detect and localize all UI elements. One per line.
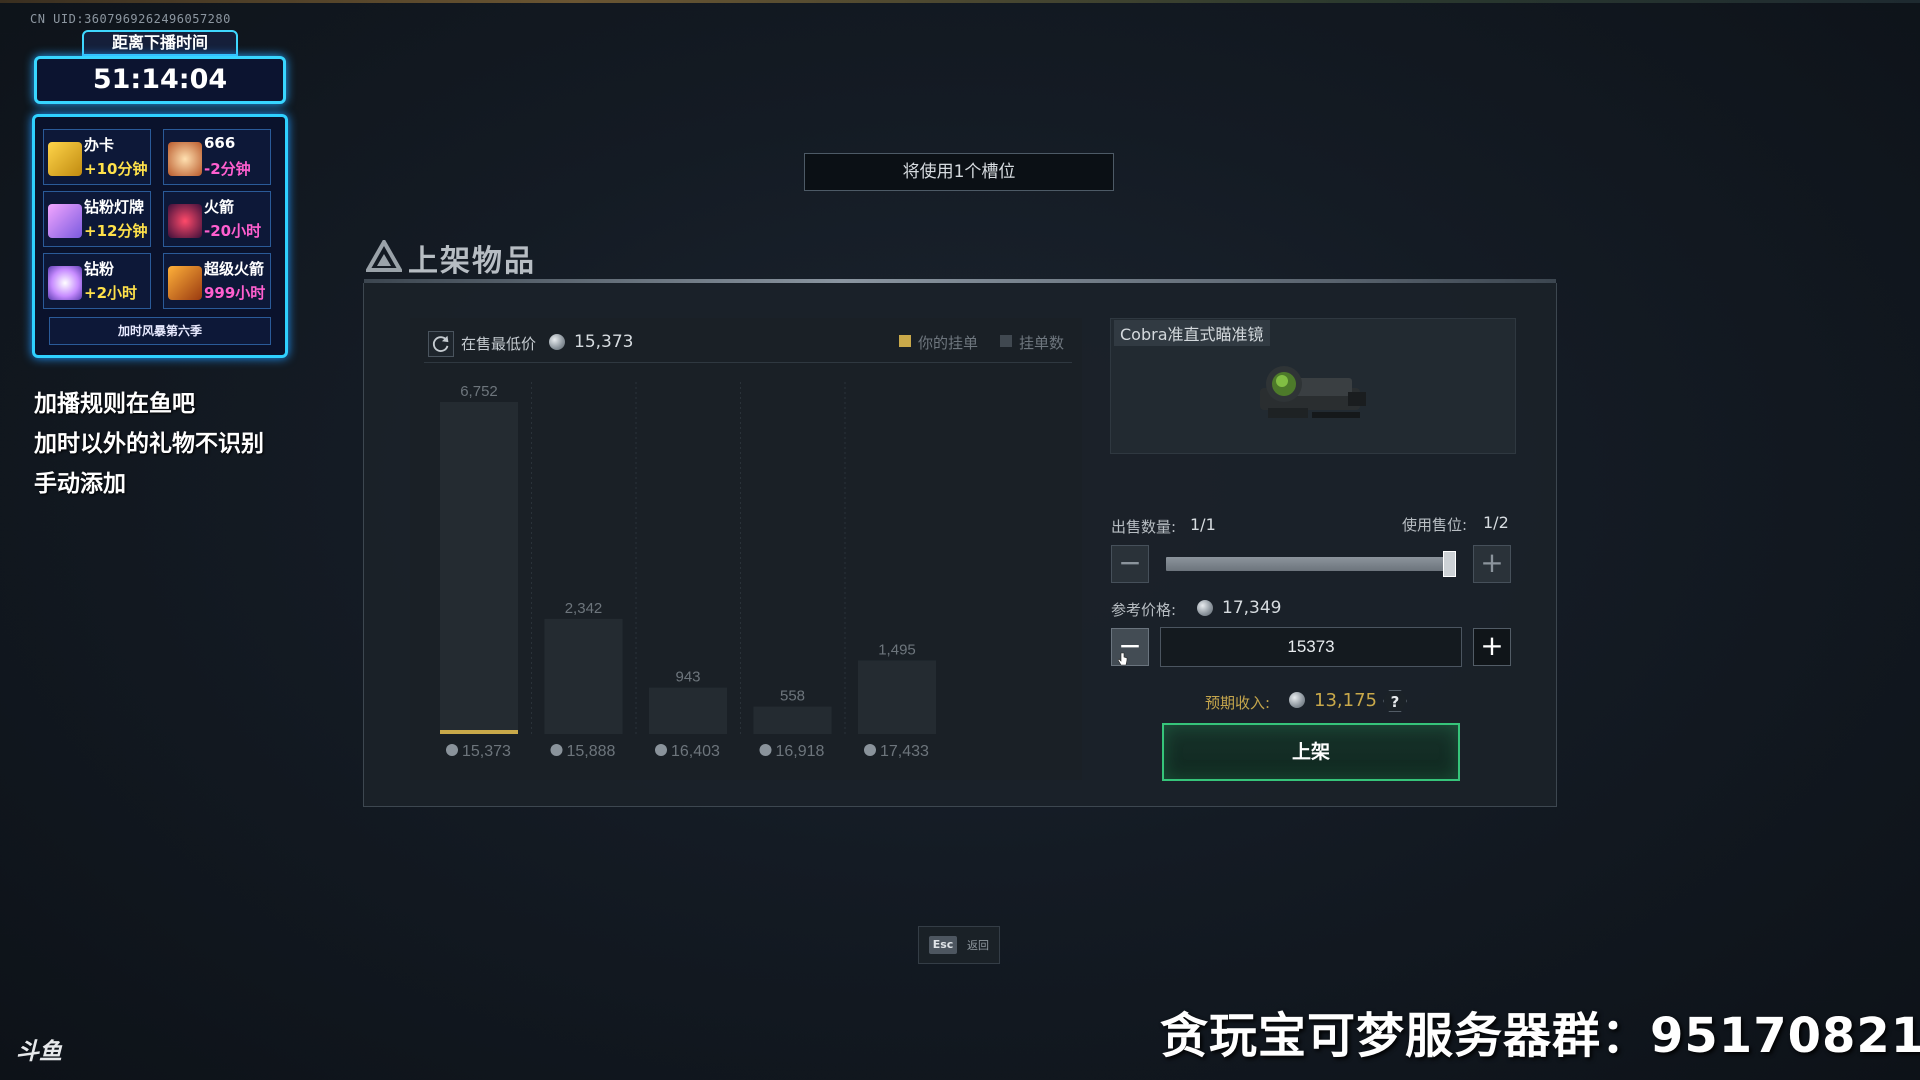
- card-gift-icon: [48, 142, 82, 176]
- chart-bar: [544, 618, 623, 734]
- gift-item: 钻粉灯牌 +12分钟: [43, 191, 151, 247]
- price-increase-button[interactable]: +: [1473, 628, 1511, 666]
- coin-icon: [550, 744, 563, 756]
- back-label: 返回: [967, 939, 989, 952]
- gift-name: 火箭: [204, 198, 235, 216]
- slot-notice: 将使用1个槽位: [804, 153, 1114, 191]
- gift-time: -2分钟: [204, 160, 251, 178]
- lowest-price-value: 15,373: [574, 332, 634, 352]
- quantity-decrease-button[interactable]: −: [1111, 545, 1149, 583]
- gift-item: 超级火箭 999小时: [163, 253, 271, 309]
- item-name: Cobra准直式瞄准镜: [1114, 320, 1270, 346]
- gift-time: 999小时: [204, 284, 266, 302]
- refresh-icon[interactable]: [428, 331, 454, 357]
- reference-price-label: 参考价格:: [1111, 601, 1177, 619]
- gift-time: +2小时: [84, 284, 138, 302]
- reference-price-value: 17,349: [1222, 598, 1282, 618]
- chart-bar: [858, 660, 936, 734]
- countdown-timer: 51:14:04: [34, 56, 286, 104]
- rocket-gift-icon: [168, 204, 202, 238]
- 666-gift-icon: [168, 142, 202, 176]
- bar-value-label: 6,752: [460, 383, 498, 400]
- slot-usage-label: 使用售位:: [1402, 516, 1468, 534]
- rules-line: 加播规则在鱼吧: [34, 391, 195, 417]
- gift-time: -20小时: [204, 222, 262, 240]
- chart-bar: [753, 706, 832, 734]
- coin-icon: [1289, 692, 1305, 708]
- quantity-slider-thumb[interactable]: [1443, 551, 1456, 577]
- dialog-title: 上架物品: [408, 244, 536, 279]
- light-badge-gift-icon: [48, 204, 82, 238]
- chart-bar: [649, 687, 727, 734]
- bar-value-label: 2,342: [565, 600, 603, 617]
- x-tick-label: 16,403: [671, 743, 720, 760]
- x-tick-label: 15,373: [462, 743, 511, 760]
- coin-icon: [759, 744, 772, 756]
- coin-icon: [864, 744, 876, 756]
- coin-icon: [1197, 600, 1213, 616]
- x-tick-label: 17,433: [880, 743, 929, 760]
- chart-bar: [440, 402, 518, 734]
- gift-item: 火箭 -20小时: [163, 191, 271, 247]
- quantity-label: 出售数量:: [1111, 518, 1177, 536]
- gift-footer: 加时风暴第六季: [49, 317, 271, 345]
- rules-text: 加播规则在鱼吧 加时以外的礼物不识别 手动添加: [34, 384, 264, 504]
- quantity-increase-button[interactable]: +: [1473, 545, 1511, 583]
- lowest-price-label: 在售最低价: [461, 335, 537, 353]
- coin-icon: [446, 744, 458, 756]
- legend-listing-count-swatch: [1000, 335, 1012, 347]
- chart-divider: [424, 362, 1072, 363]
- uid-text: CN UID:3607969262496057280: [30, 12, 231, 26]
- x-tick-label: 16,918: [776, 743, 825, 760]
- rules-line: 加时以外的礼物不识别: [34, 431, 264, 457]
- top-stripe: [0, 0, 1920, 3]
- mouse-cursor-icon: [1118, 652, 1128, 666]
- bar-value-label: 943: [675, 669, 700, 686]
- gift-time: +12分钟: [84, 222, 148, 240]
- super-rocket-gift-icon: [168, 266, 202, 300]
- coin-icon: [655, 744, 667, 756]
- legend-my-listing-swatch: [899, 335, 911, 347]
- quantity-value: 1/1: [1190, 515, 1216, 534]
- list-item-button[interactable]: 上架: [1162, 723, 1460, 781]
- countdown-label: 距离下播时间: [82, 30, 238, 56]
- gift-name: 钻粉灯牌: [84, 198, 145, 216]
- cobra-scope-image: [1260, 366, 1366, 418]
- legend-my-listing: 你的挂单: [918, 334, 979, 352]
- gift-name: 666: [204, 134, 236, 152]
- gift-name: 钻粉: [84, 260, 115, 278]
- gift-time: +10分钟: [84, 160, 148, 178]
- expected-income-label: 预期收入:: [1205, 694, 1271, 712]
- gift-name: 办卡: [84, 136, 115, 154]
- warning-triangle-icon: [366, 240, 402, 272]
- diamond-fan-gift-icon: [48, 266, 82, 300]
- gift-name: 超级火箭: [204, 260, 265, 278]
- gift-panel: 办卡 +10分钟 666 -2分钟 钻粉灯牌 +12分钟 火箭 -20小时 钻粉…: [32, 114, 288, 358]
- price-decrease-button[interactable]: −: [1111, 628, 1149, 666]
- x-tick-label: 15,888: [567, 743, 616, 760]
- expected-income-value: 13,175: [1314, 690, 1377, 711]
- price-input[interactable]: 15373: [1160, 627, 1462, 667]
- bar-value-label: 558: [780, 688, 805, 705]
- rules-line: 手动添加: [34, 471, 126, 497]
- slot-usage-value: 1/2: [1483, 513, 1509, 532]
- bar-value-label: 1,495: [878, 641, 916, 658]
- my-listing-marker: [440, 730, 518, 734]
- promo-banner: 贪玩宝可梦服务器群：951708214: [1160, 1008, 1920, 1064]
- gift-item: 666 -2分钟: [163, 129, 271, 185]
- countdown-widget: 距离下播时间 51:14:04: [34, 30, 286, 106]
- coin-icon: [549, 334, 565, 350]
- price-distribution-chart: 6,752 15,373 2,342 15,888 943 16,403 558 16,918…: [440, 382, 936, 760]
- esc-key-badge: Esc: [929, 936, 957, 954]
- douyu-logo: 斗鱼: [16, 1039, 62, 1065]
- gift-item: 办卡 +10分钟: [43, 129, 151, 185]
- legend-listing-count: 挂单数: [1019, 334, 1065, 352]
- gift-item: 钻粉 +2小时: [43, 253, 151, 309]
- quantity-slider[interactable]: [1166, 557, 1456, 571]
